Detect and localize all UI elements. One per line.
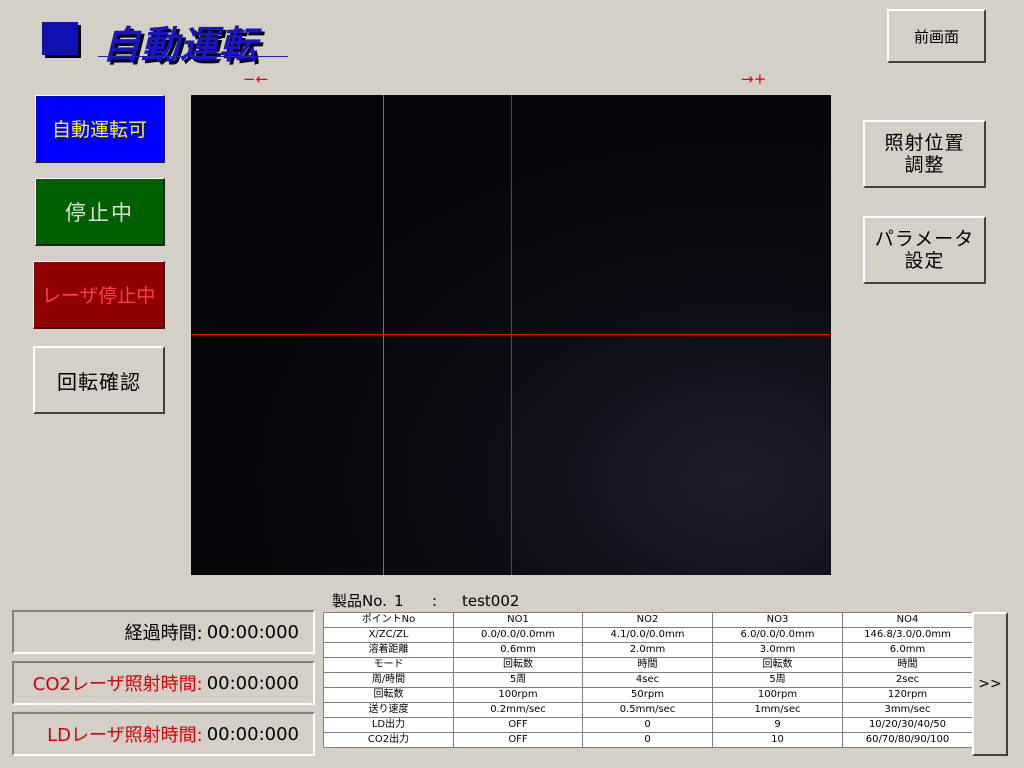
table-cell: 0 <box>582 732 713 748</box>
camera-view <box>191 95 831 575</box>
table-cell: 5周 <box>712 672 843 688</box>
table-cell: 回転数 <box>712 657 843 673</box>
table-cell: 回転数 <box>453 657 583 673</box>
plus-direction-label: →+ <box>741 70 767 88</box>
auto-ready-status: 自動運転可 <box>35 95 165 163</box>
table-cell: 146.8/3.0/0.0mm <box>842 627 973 643</box>
table-row: モード 回転数 時間 回転数 時間 <box>323 657 973 673</box>
table-row: 回転数 100rpm 50rpm 100rpm 120rpm <box>323 687 973 703</box>
table-cell: 0.0/0.0/0.0mm <box>453 627 583 643</box>
page-title: 自動運転 <box>102 23 259 67</box>
elapsed-time-value: 00:00:000 <box>206 621 299 643</box>
table-cell: モード <box>323 657 454 673</box>
table-cell: 60/70/80/90/100 <box>842 732 973 748</box>
product-separator: : <box>432 592 438 610</box>
parameter-setting-button[interactable]: パラメータ 設定 <box>863 216 986 284</box>
table-cell: 時間 <box>582 657 713 673</box>
table-cell: 周/時間 <box>323 672 454 688</box>
table-row: 周/時間 5周 4sec 5周 2sec <box>323 672 973 688</box>
table-cell: 0.6mm <box>453 642 583 658</box>
parameter-button-line2: 設定 <box>904 250 945 272</box>
table-cell: 120rpm <box>842 687 973 703</box>
table-header-row: ポイントNo NO1 NO2 NO3 NO4 <box>323 612 973 628</box>
table-cell: CO2出力 <box>323 732 454 748</box>
table-header-cell: NO2 <box>582 612 713 628</box>
table-header-cell: ポイントNo <box>323 612 454 628</box>
crosshair-overlay <box>191 95 831 575</box>
next-page-button[interactable]: >> <box>972 612 1008 756</box>
table-cell: 2sec <box>842 672 973 688</box>
table-cell: 100rpm <box>453 687 583 703</box>
table-row: CO2出力 OFF 0 10 60/70/80/90/100 <box>323 732 973 748</box>
table-header-cell: NO4 <box>842 612 973 628</box>
table-cell: 6.0/0.0/0.0mm <box>712 627 843 643</box>
table-cell: 6.0mm <box>842 642 973 658</box>
product-label: 製品No. <box>332 592 387 610</box>
table-cell: 溶着距離 <box>323 642 454 658</box>
table-cell: 2.0mm <box>582 642 713 658</box>
co2-laser-time-panel: CO2レーザ照射時間: 00:00:000 <box>12 661 315 705</box>
elapsed-time-panel: 経過時間: 00:00:000 <box>12 610 315 654</box>
parameter-button-line1: パラメータ <box>874 228 975 250</box>
ld-laser-time-label: LDレーザ照射時間: <box>47 725 203 746</box>
table-cell: 5周 <box>453 672 583 688</box>
title-square-icon <box>42 22 78 55</box>
table-cell: 1mm/sec <box>712 702 843 718</box>
table-cell: 4sec <box>582 672 713 688</box>
table-cell: 4.1/0.0/0.0mm <box>582 627 713 643</box>
table-row: 送り速度 0.2mm/sec 0.5mm/sec 1mm/sec 3mm/sec <box>323 702 973 718</box>
prev-screen-button[interactable]: 前画面 <box>887 9 986 63</box>
table-cell: 50rpm <box>582 687 713 703</box>
table-row: X/ZC/ZL 0.0/0.0/0.0mm 4.1/0.0/0.0mm 6.0/… <box>323 627 973 643</box>
laser-stopped-status: レーザ停止中 <box>33 261 165 329</box>
table-cell: 0.2mm/sec <box>453 702 583 718</box>
ld-laser-time-value: 00:00:000 <box>206 723 299 745</box>
irradiation-position-adjust-button[interactable]: 照射位置 調整 <box>863 120 986 188</box>
table-cell: 0 <box>582 717 713 733</box>
table-cell: 9 <box>712 717 843 733</box>
table-cell: 送り速度 <box>323 702 454 718</box>
table-header-cell: NO1 <box>453 612 583 628</box>
product-name: test002 <box>462 592 520 610</box>
table-cell: 10/20/30/40/50 <box>842 717 973 733</box>
elapsed-time-label: 経過時間: <box>124 623 203 644</box>
co2-laser-time-value: 00:00:000 <box>206 672 299 694</box>
irradiation-button-line2: 調整 <box>904 154 945 176</box>
table-cell: 100rpm <box>712 687 843 703</box>
minus-direction-label: −← <box>243 70 269 88</box>
stopped-status: 停止中 <box>35 178 165 246</box>
irradiation-button-line1: 照射位置 <box>884 132 965 154</box>
table-cell: OFF <box>453 732 583 748</box>
table-cell: 10 <box>712 732 843 748</box>
table-cell: OFF <box>453 717 583 733</box>
table-cell: 時間 <box>842 657 973 673</box>
title-underline <box>98 56 288 57</box>
table-cell: 3mm/sec <box>842 702 973 718</box>
rotation-check-button[interactable]: 回転確認 <box>33 346 165 414</box>
point-parameter-table: ポイントNo NO1 NO2 NO3 NO4 X/ZC/ZL 0.0/0.0/0… <box>323 612 973 748</box>
table-cell: 0.5mm/sec <box>582 702 713 718</box>
product-info: 製品No. 1: test002 <box>332 590 519 611</box>
ld-laser-time-panel: LDレーザ照射時間: 00:00:000 <box>12 712 315 756</box>
table-cell: 回転数 <box>323 687 454 703</box>
table-header-cell: NO3 <box>712 612 843 628</box>
co2-laser-time-label: CO2レーザ照射時間: <box>32 674 203 695</box>
product-number: 1 <box>394 592 404 610</box>
table-cell: LD出力 <box>323 717 454 733</box>
table-cell: 3.0mm <box>712 642 843 658</box>
table-row: 溶着距離 0.6mm 2.0mm 3.0mm 6.0mm <box>323 642 973 658</box>
table-cell: X/ZC/ZL <box>323 627 454 643</box>
table-row: LD出力 OFF 0 9 10/20/30/40/50 <box>323 717 973 733</box>
